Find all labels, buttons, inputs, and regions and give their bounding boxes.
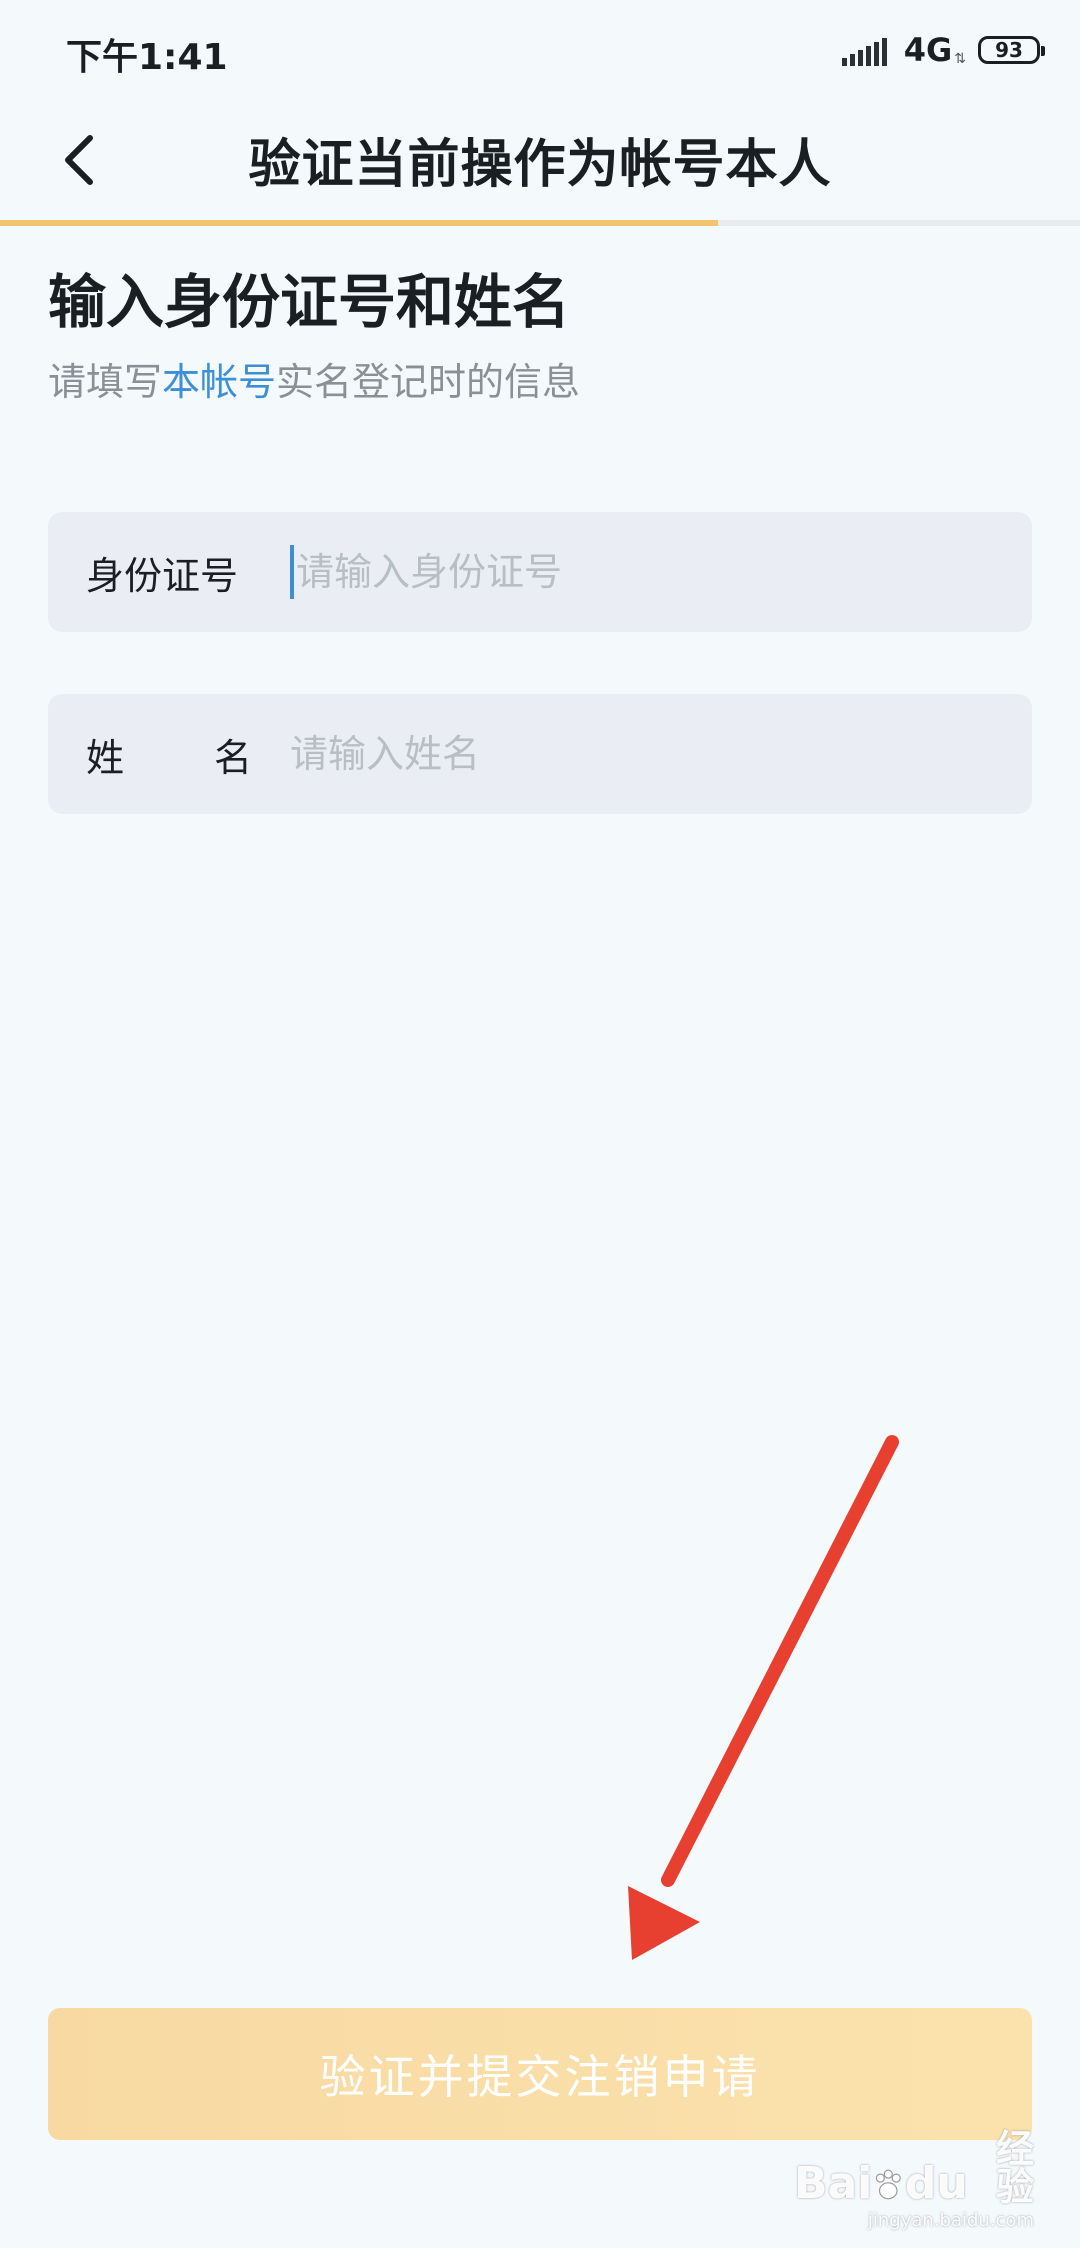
watermark-main: Bai du 经验	[794, 2130, 1034, 2206]
subtitle-highlight: 本帐号	[162, 359, 277, 404]
status-icons: 4G ⇅ 93	[841, 30, 1045, 70]
id-number-row: 身份证号	[48, 512, 1032, 632]
id-number-input[interactable]	[296, 542, 1032, 602]
page-title: 验证当前操作为帐号本人	[248, 135, 832, 195]
submit-deregistration-button[interactable]: 验证并提交注销申请	[48, 2008, 1032, 2140]
subtitle-prefix: 请填写	[48, 359, 163, 404]
name-label-second: 名	[213, 735, 252, 780]
network-type: 4G	[903, 31, 953, 69]
progress-fill	[0, 220, 719, 226]
network-activity-icon: ⇅	[954, 51, 966, 67]
baidu-watermark-logo: Bai du 经验 jingyan.baidu.com	[794, 2130, 1034, 2231]
name-label-first: 姓	[86, 735, 125, 780]
section-title: 输入身份证号和姓名	[48, 268, 571, 336]
content-header: 输入身份证号和姓名 请填写本帐号实名登记时的信息	[48, 268, 1032, 407]
progress-bar	[0, 220, 1080, 226]
name-input[interactable]	[290, 724, 1032, 784]
nav-bar: 验证当前操作为帐号本人	[0, 100, 1080, 222]
battery-level: 93	[995, 38, 1023, 62]
watermark-bai: Bai	[794, 2158, 873, 2209]
name-label: 姓 名	[86, 727, 252, 782]
section-subtitle: 请填写本帐号实名登记时的信息	[48, 358, 1032, 407]
id-number-label: 身份证号	[86, 553, 239, 598]
name-row: 姓 名	[48, 694, 1032, 814]
watermark-du: du	[904, 2158, 968, 2209]
text-caret	[290, 545, 294, 599]
watermark-url: jingyan.baidu.com	[867, 2210, 1034, 2231]
paw-icon	[876, 2169, 902, 2200]
status-time: 下午1:41	[66, 37, 228, 78]
battery-icon: 93	[978, 36, 1045, 64]
subtitle-suffix: 实名登记时的信息	[276, 359, 581, 404]
status-bar: 下午1:41 4G ⇅ 93	[0, 0, 1080, 100]
signal-bars-icon	[841, 34, 890, 66]
watermark-cn: 经验	[995, 2127, 1034, 2209]
